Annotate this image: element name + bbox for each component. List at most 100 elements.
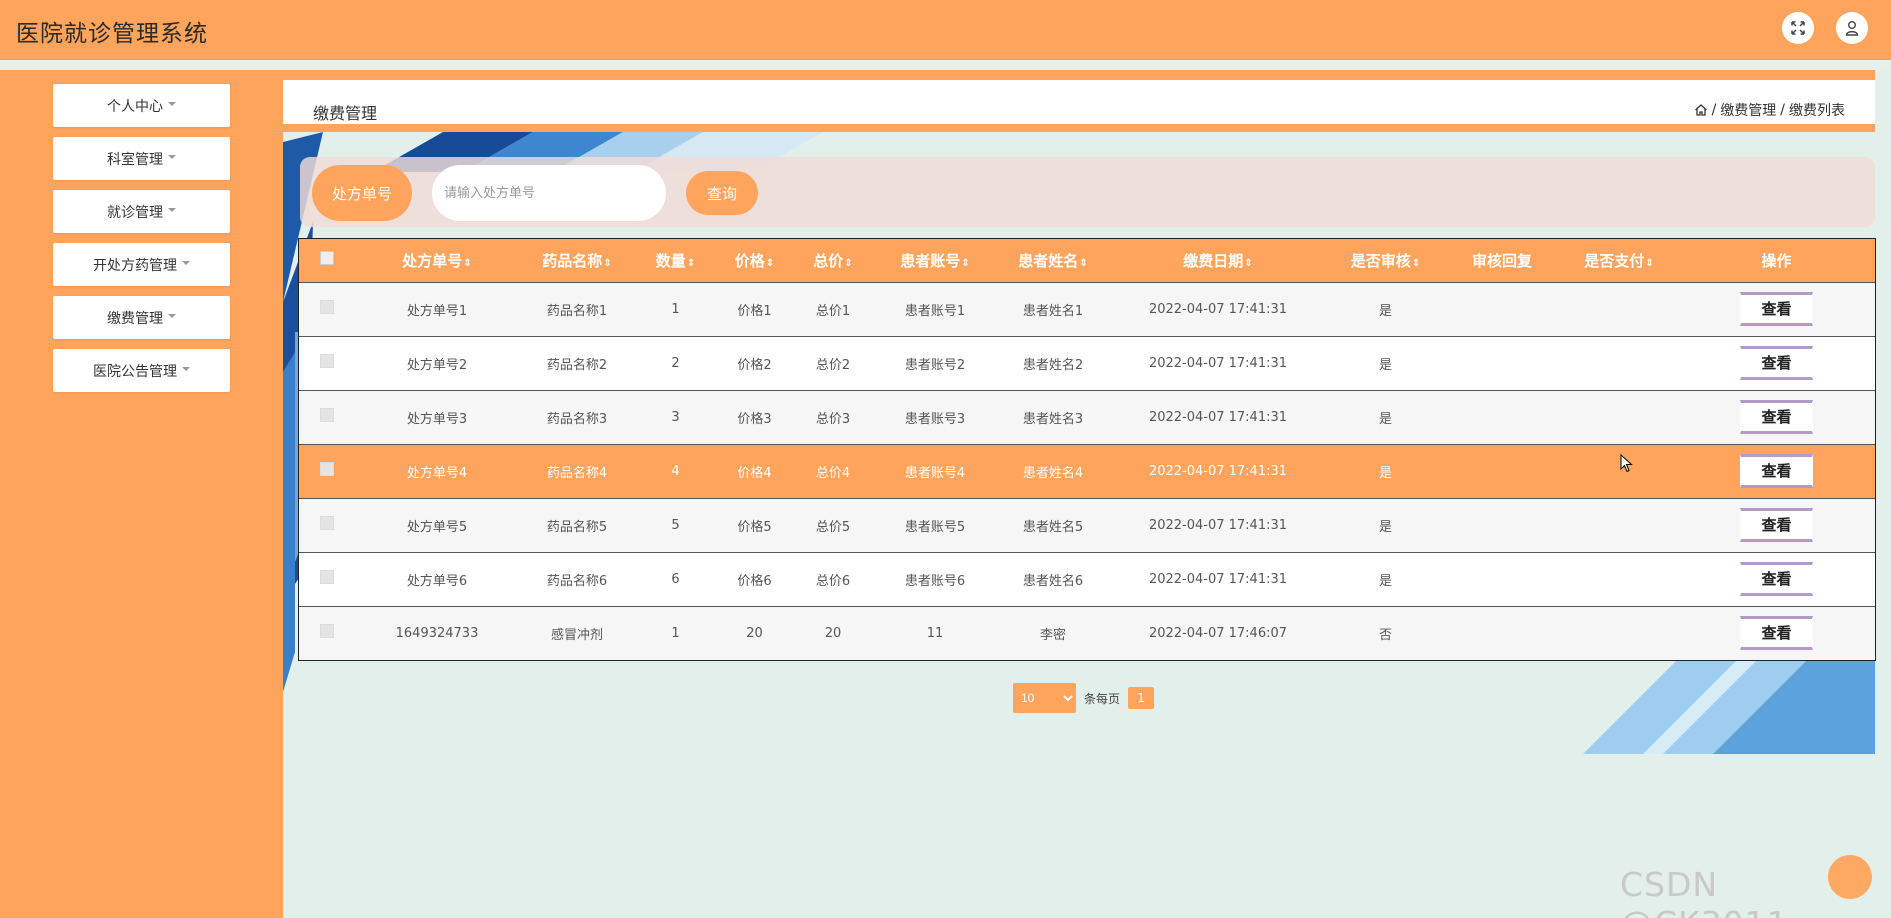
- table-cell: [1560, 552, 1678, 606]
- view-button[interactable]: 查看: [1740, 508, 1813, 542]
- column-header-total[interactable]: 总价⇕: [793, 239, 873, 282]
- table-cell: 20: [824, 625, 842, 641]
- table-row[interactable]: 处方单号3 药品名称3 3 价格3 总价3 患者账号3 患者姓名3 2022-04-07 17…: [299, 390, 1875, 444]
- column-header-patient-name[interactable]: 患者姓名⇕: [997, 239, 1109, 282]
- select-all-cell: [299, 239, 355, 282]
- sidebar-item-payment[interactable]: 缴费管理: [53, 296, 230, 339]
- sidebar-item-prescription[interactable]: 开处方药管理: [53, 243, 230, 286]
- table-cell: 总价1: [815, 303, 851, 319]
- column-header-label: 药品名称: [542, 251, 603, 270]
- table-row[interactable]: 处方单号2 药品名称2 2 价格2 总价2 患者账号2 患者姓名2 2022-04-07 17…: [299, 336, 1875, 390]
- table-cell: 药品名称1: [546, 303, 608, 319]
- sort-icon[interactable]: ⇕: [603, 258, 611, 269]
- sort-icon[interactable]: ⇕: [1244, 258, 1252, 269]
- user-icon[interactable]: [1836, 12, 1868, 44]
- table-cell: 是: [1378, 573, 1392, 589]
- sort-icon[interactable]: ⇕: [463, 258, 471, 269]
- view-button[interactable]: 查看: [1740, 400, 1813, 434]
- column-header-review-reply: 审核回复: [1444, 239, 1560, 282]
- table-cell: 2022-04-07 17:41:31: [1148, 301, 1288, 317]
- table-cell: 患者账号1: [904, 303, 966, 319]
- sidebar-item-visit[interactable]: 就诊管理: [53, 190, 230, 233]
- column-header-label: 价格: [734, 251, 765, 270]
- row-checkbox[interactable]: [320, 408, 334, 422]
- view-button[interactable]: 查看: [1740, 346, 1813, 380]
- table-cell: 总价3: [815, 411, 851, 427]
- column-header-quantity[interactable]: 数量⇕: [635, 239, 716, 282]
- row-checkbox[interactable]: [320, 354, 334, 368]
- table-row[interactable]: 处方单号4 药品名称4 4 价格4 总价4 患者账号4 患者姓名4 2022-04-07 17…: [299, 444, 1875, 498]
- row-actions-cell: 查看: [1678, 336, 1875, 390]
- search-button[interactable]: 查询: [686, 171, 758, 215]
- table-cell: 患者账号6: [904, 573, 966, 589]
- row-checkbox[interactable]: [320, 570, 334, 584]
- column-header-paid[interactable]: 是否支付⇕: [1560, 239, 1678, 282]
- table-cell: 药品名称3: [546, 411, 608, 427]
- column-header-price[interactable]: 价格⇕: [716, 239, 793, 282]
- column-header-patient-account[interactable]: 患者账号⇕: [873, 239, 997, 282]
- column-header-payment-date[interactable]: 缴费日期⇕: [1109, 239, 1327, 282]
- page-header: 缴费管理 / 缴费管理 / 缴费列表: [283, 80, 1875, 124]
- caret-down-icon: [168, 154, 176, 159]
- table-cell: [1444, 390, 1560, 444]
- sidebar-item-personal-center[interactable]: 个人中心: [53, 84, 230, 127]
- table-row[interactable]: 1649324733 感冒冲剂 1 20 20 11 李密 2022-04-07 17:46:…: [299, 606, 1875, 660]
- table-cell: 患者姓名6: [1022, 573, 1084, 589]
- sidebar-item-department[interactable]: 科室管理: [53, 137, 230, 180]
- column-header-label: 数量: [655, 251, 686, 270]
- breadcrumb-item[interactable]: 缴费管理: [1720, 100, 1776, 120]
- prescription-number-input[interactable]: [432, 165, 666, 221]
- fullscreen-icon[interactable]: [1782, 12, 1814, 44]
- sort-icon[interactable]: ⇕: [687, 258, 695, 269]
- home-icon[interactable]: [1694, 103, 1708, 117]
- view-button[interactable]: 查看: [1740, 616, 1813, 651]
- row-checkbox[interactable]: [320, 624, 334, 639]
- back-to-top-button[interactable]: [1828, 855, 1872, 899]
- table-cell: 2022-04-07 17:46:07: [1148, 625, 1288, 641]
- sidebar-item-announcement[interactable]: 医院公告管理: [53, 349, 230, 392]
- page-number-button[interactable]: 1: [1128, 687, 1155, 709]
- row-actions-cell: 查看: [1678, 444, 1875, 498]
- page-size-select[interactable]: 10: [1013, 683, 1076, 713]
- view-button[interactable]: 查看: [1740, 562, 1813, 596]
- table-cell: [1444, 336, 1560, 390]
- table-row[interactable]: 处方单号6 药品名称6 6 价格6 总价6 患者账号6 患者姓名6 2022-04-07 17…: [299, 552, 1875, 606]
- sort-icon[interactable]: ⇕: [961, 258, 969, 269]
- table-cell: [1444, 444, 1560, 498]
- table-cell: 药品名称4: [546, 465, 608, 481]
- table-row[interactable]: 处方单号5 药品名称5 5 价格5 总价5 患者账号5 患者姓名5 2022-04-07 17…: [299, 498, 1875, 552]
- table-row[interactable]: 处方单号1 药品名称1 1 价格1 总价1 患者账号1 患者姓名1 2022-04-07 17…: [299, 282, 1875, 336]
- sort-icon[interactable]: ⇕: [1645, 258, 1653, 269]
- table-cell: 6: [671, 571, 680, 587]
- table-header-row: 处方单号⇕ 药品名称⇕ 数量⇕ 价格⇕ 总价⇕ 患者账号⇕ 患者姓名⇕ 缴费日期…: [299, 239, 1875, 282]
- select-all-checkbox[interactable]: [320, 251, 334, 266]
- view-button[interactable]: 查看: [1740, 292, 1813, 326]
- table-cell: 总价5: [815, 519, 851, 535]
- column-header-label: 是否支付: [1584, 251, 1645, 270]
- column-header-reviewed[interactable]: 是否审核⇕: [1327, 239, 1444, 282]
- table-cell: 总价4: [815, 465, 851, 481]
- row-checkbox[interactable]: [320, 300, 334, 314]
- table-cell: 处方单号3: [406, 411, 468, 427]
- column-header-drug-name[interactable]: 药品名称⇕: [519, 239, 635, 282]
- sort-icon[interactable]: ⇕: [844, 258, 852, 269]
- payment-table: 处方单号⇕ 药品名称⇕ 数量⇕ 价格⇕ 总价⇕ 患者账号⇕ 患者姓名⇕ 缴费日期…: [298, 238, 1876, 661]
- table-cell: 患者姓名3: [1022, 411, 1084, 427]
- sort-icon[interactable]: ⇕: [1412, 258, 1420, 269]
- table-cell: 处方单号6: [406, 573, 468, 589]
- row-actions-cell: 查看: [1678, 390, 1875, 444]
- sidebar-item-label: 缴费管理: [107, 310, 163, 327]
- column-header-label: 缴费日期: [1183, 251, 1244, 270]
- column-header-actions: 操作: [1678, 239, 1875, 282]
- row-select-cell: [299, 552, 355, 606]
- view-button[interactable]: 查看: [1740, 454, 1813, 488]
- breadcrumb: / 缴费管理 / 缴费列表: [1694, 100, 1845, 120]
- sidebar-item-label: 就诊管理: [107, 204, 163, 221]
- sort-icon[interactable]: ⇕: [766, 258, 774, 269]
- column-header-prescription-no[interactable]: 处方单号⇕: [355, 239, 519, 282]
- row-checkbox[interactable]: [320, 462, 334, 476]
- table-cell: 患者账号2: [904, 357, 966, 373]
- table-cell: 处方单号2: [406, 357, 468, 373]
- sort-icon[interactable]: ⇕: [1079, 258, 1087, 269]
- row-checkbox[interactable]: [320, 516, 334, 530]
